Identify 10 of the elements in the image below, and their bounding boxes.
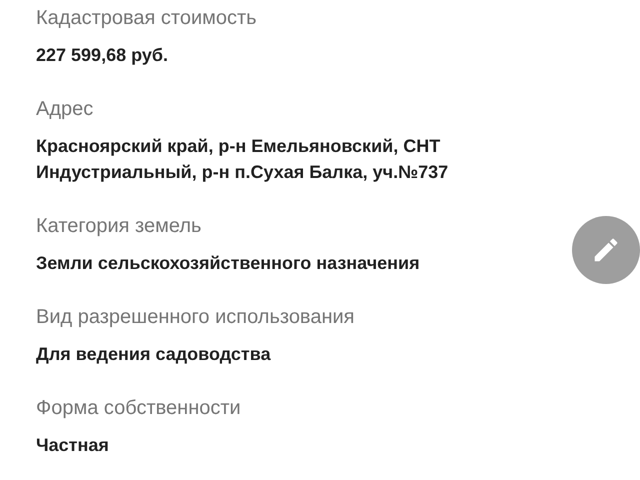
field-label: Кадастровая стоимость (36, 6, 257, 31)
field-value: 227 599,68 руб. (36, 44, 168, 67)
field-label: Категория земель (36, 214, 202, 239)
field-label: Вид разрешенного использования (36, 305, 355, 330)
field-label: Форма собственности (36, 396, 241, 421)
field-label: Адрес (36, 97, 94, 122)
field-value: Красноярский край, р-н Емельяновский, СНТ Индустриальный, р-н п.Сухая Балка, уч.№737 (36, 135, 450, 184)
field-value: Частная (36, 434, 109, 457)
field-value: Земли сельскохозяйственного назначения (36, 252, 420, 275)
field-value: Для ведения садоводства (36, 343, 271, 366)
